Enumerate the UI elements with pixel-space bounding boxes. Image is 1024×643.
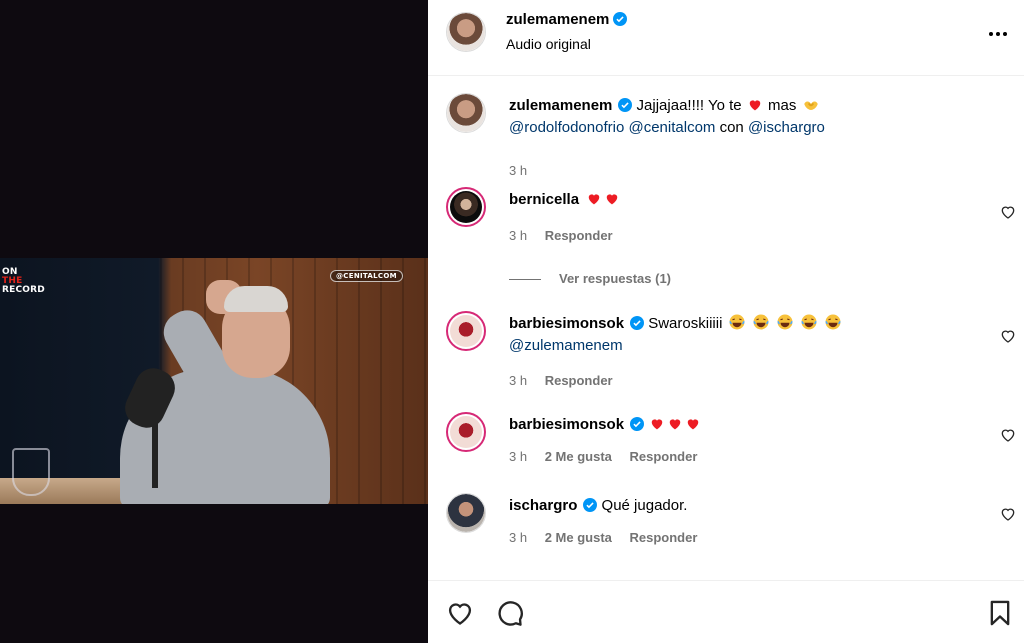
verified-badge-icon [583,498,598,512]
comment-username[interactable]: zulemamenem [509,97,612,114]
video-player[interactable]: ON THE RECORD @CENITALCOM [0,258,428,504]
comment-text: Qué jugador. [601,497,688,514]
reply-button[interactable]: Responder [545,228,613,243]
comment-icon[interactable] [496,599,524,627]
dot-icon [1003,32,1007,36]
red-heart-emoji-icon [687,419,699,430]
header-username[interactable]: zulemamenem [506,11,628,28]
avatar[interactable] [446,493,486,533]
comment-text: mas [767,97,797,114]
likes-count[interactable]: 2 Me gusta [545,449,612,464]
person-hair [224,286,288,312]
heart-outline-icon[interactable] [1000,328,1016,344]
dot-icon [996,32,1000,36]
comments-list[interactable]: zulemamenem Jajjajaa!!!! Yo te mas @rodo… [428,77,1024,579]
comment-meta: 3 h Responder [509,228,627,243]
avatar[interactable] [446,311,486,351]
heart-outline-icon[interactable] [446,599,474,627]
mention-link[interactable]: @ischargro [748,119,825,136]
verified-badge-icon [630,417,645,431]
comment-body: bernicella [509,189,969,211]
reply-button[interactable]: Responder [545,373,613,388]
mention-link[interactable]: @zulemamenem [509,337,623,354]
likes-count[interactable]: 2 Me gusta [545,530,612,545]
comment-meta: 3 h [509,163,541,178]
heart-hands-emoji-icon [803,101,818,110]
comment-text: Swaroskiiiii [648,315,723,332]
red-heart-emoji-icon [651,419,663,430]
show-logo: ON THE RECORD [2,267,45,295]
audio-label[interactable]: Audio original [506,36,591,52]
post-actions-bar [428,580,1024,643]
verified-badge-icon [630,316,645,330]
avatar[interactable] [446,12,486,52]
red-heart-emoji-icon [588,194,600,205]
mention-link[interactable]: @rodolfodonofrio [509,119,624,136]
replies-divider [509,279,541,281]
red-heart-emoji-icon [749,100,761,111]
comment-time: 3 h [509,163,528,178]
heart-outline-icon[interactable] [1000,204,1016,220]
comment-body: zulemamenem Jajjajaa!!!! Yo te mas @rodo… [509,95,969,139]
reply-button[interactable]: Responder [630,530,698,545]
avatar[interactable] [446,93,486,133]
bookmark-icon[interactable] [986,599,1014,627]
verified-badge-icon [613,12,628,26]
comment-time: 3 h [509,530,528,545]
comment-time: 3 h [509,373,528,388]
channel-watermark: @CENITALCOM [330,270,403,282]
heart-outline-icon[interactable] [1000,506,1016,522]
comment-meta: 3 h 2 Me gusta Responder [509,449,711,464]
comment-username[interactable]: barbiesimonsok [509,315,624,332]
comment-username[interactable]: bernicella [509,191,579,208]
mention-link[interactable]: @cenitalcom [628,119,715,136]
comment-username[interactable]: barbiesimonsok [509,416,624,433]
comment-body: barbiesimonsok Swaroskiiiii @zulemamenem [509,313,969,357]
laughing-emoji-icon [777,314,793,330]
red-heart-emoji-icon [606,194,618,205]
comment-meta: 3 h Responder [509,373,627,388]
avatar[interactable] [446,187,486,227]
reply-button[interactable]: Responder [630,449,698,464]
avatar[interactable] [446,412,486,452]
comment-username[interactable]: ischargro [509,497,577,514]
post-panel: zulemamenem Audio original zulemamenem J… [428,0,1024,643]
laughing-emoji-icon [729,314,745,330]
wine-glass [12,448,50,496]
laughing-emoji-icon [753,314,769,330]
more-options-button[interactable] [986,22,1010,46]
comment-body: barbiesimonsok [509,414,969,436]
dot-icon [989,32,993,36]
post-header: zulemamenem Audio original [428,0,1024,76]
comment-text: con [719,119,744,136]
heart-outline-icon[interactable] [1000,427,1016,443]
microphone-stand [152,408,158,488]
comment-time: 3 h [509,449,528,464]
view-replies-button[interactable]: Ver respuestas (1) [509,271,671,286]
red-heart-emoji-icon [669,419,681,430]
comment-text: Jajjajaa!!!! Yo te [636,97,742,114]
comment-meta: 3 h 2 Me gusta Responder [509,530,711,545]
comment-body: ischargro Qué jugador. [509,495,969,517]
laughing-emoji-icon [801,314,817,330]
laughing-emoji-icon [825,314,841,330]
media-pane: ON THE RECORD @CENITALCOM [0,0,428,643]
verified-badge-icon [618,98,633,112]
comment-time: 3 h [509,228,528,243]
